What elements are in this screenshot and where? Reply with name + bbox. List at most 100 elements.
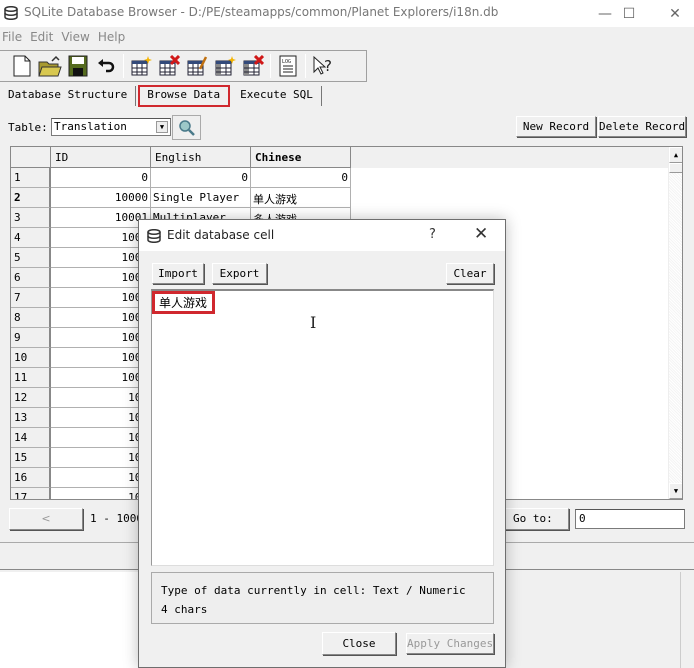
corner-header[interactable] <box>11 147 51 168</box>
previous-page-button[interactable]: < <box>9 508 83 530</box>
edit-cell-dialog: Edit database cell ? ✕ Import Export Cle… <box>138 219 506 668</box>
row-header[interactable]: 6 <box>11 268 51 288</box>
row-header[interactable]: 11 <box>11 368 51 388</box>
column-header-english[interactable]: English <box>151 147 251 168</box>
menu-view[interactable]: View <box>59 28 95 48</box>
toolbar-separator <box>123 54 124 78</box>
database-icon <box>147 229 161 243</box>
row-header[interactable]: 2 <box>11 188 51 208</box>
cell-id[interactable]: 1000 <box>51 348 151 368</box>
new-file-icon <box>13 55 31 77</box>
create-table-button[interactable] <box>127 52 155 80</box>
column-header-chinese[interactable]: Chinese <box>251 147 351 168</box>
cell-id[interactable]: 0 <box>51 168 151 188</box>
close-button[interactable]: Close <box>322 632 396 655</box>
row-header[interactable]: 16 <box>11 468 51 488</box>
import-button[interactable]: Import <box>152 263 204 284</box>
row-header[interactable]: 8 <box>11 308 51 328</box>
row-header[interactable]: 17 <box>11 488 51 499</box>
create-table-icon <box>131 56 152 76</box>
scroll-thumb[interactable] <box>669 163 682 173</box>
table-label: Table: <box>8 121 48 134</box>
undo-button[interactable] <box>92 52 120 80</box>
row-header[interactable]: 7 <box>11 288 51 308</box>
open-database-button[interactable] <box>36 52 64 80</box>
tab-database-structure[interactable]: Database Structure <box>0 86 137 106</box>
cell-id[interactable]: 1000 <box>51 308 151 328</box>
cell-english[interactable]: 0 <box>151 168 251 188</box>
delete-record-button[interactable]: Delete Record <box>598 116 686 137</box>
cell-value-editor[interactable]: 单人游戏 I <box>151 289 494 566</box>
cell-chinese[interactable]: 0 <box>251 168 351 188</box>
cell-id[interactable]: 10000 <box>51 188 151 208</box>
background-window <box>500 572 694 668</box>
chevron-down-icon: ▼ <box>156 121 168 133</box>
table-select[interactable]: Translation ▼ <box>51 118 171 136</box>
cell-chinese[interactable]: 单人游戏 <box>251 188 351 208</box>
menu-edit[interactable]: Edit <box>28 28 59 48</box>
cell-id[interactable]: 1000 <box>51 368 151 388</box>
save-disk-icon <box>68 55 88 77</box>
export-button[interactable]: Export <box>212 263 267 284</box>
save-database-button[interactable] <box>64 52 92 80</box>
goto-button[interactable]: Go to: <box>505 508 569 530</box>
cell-id[interactable]: 100 <box>51 428 151 448</box>
whats-this-button[interactable]: ? <box>309 52 337 80</box>
maximize-icon[interactable]: ☐ <box>606 0 652 27</box>
title-bar: SQLite Database Browser - D:/PE/steamapp… <box>0 0 694 27</box>
row-header[interactable]: 4 <box>11 228 51 248</box>
cell-id[interactable]: 1000 <box>51 268 151 288</box>
sql-log-button[interactable]: LOG <box>274 52 302 80</box>
cell-id[interactable]: 100 <box>51 388 151 408</box>
row-header[interactable]: 9 <box>11 328 51 348</box>
row-header[interactable]: 12 <box>11 388 51 408</box>
svg-text:?: ? <box>324 57 332 75</box>
vertical-scrollbar[interactable]: ▲ ▼ <box>668 147 682 499</box>
help-icon[interactable]: ? <box>429 227 436 242</box>
cell-info-panel: Type of data currently in cell: Text / N… <box>151 572 494 624</box>
search-icon <box>178 119 195 136</box>
modify-table-button[interactable] <box>183 52 211 80</box>
delete-table-icon <box>159 55 180 76</box>
row-header[interactable]: 15 <box>11 448 51 468</box>
menu-file[interactable]: File <box>0 28 28 48</box>
cell-english[interactable]: Single Player <box>151 188 251 208</box>
new-database-button[interactable] <box>8 52 36 80</box>
tab-browse-data[interactable]: Browse Data <box>138 85 231 107</box>
delete-index-button[interactable] <box>239 52 267 80</box>
goto-input[interactable]: 0 <box>575 509 685 529</box>
column-header-id[interactable]: ID <box>51 147 151 168</box>
menu-help[interactable]: Help <box>96 28 131 48</box>
new-record-button[interactable]: New Record <box>516 116 596 137</box>
cell-id[interactable]: 100 <box>51 488 151 499</box>
row-header[interactable]: 10 <box>11 348 51 368</box>
log-icon: LOG <box>279 55 297 77</box>
row-header[interactable]: 14 <box>11 428 51 448</box>
tab-execute-sql[interactable]: Execute SQL <box>232 86 322 106</box>
row-header[interactable]: 1 <box>11 168 51 188</box>
row-header[interactable]: 5 <box>11 248 51 268</box>
svg-text:LOG: LOG <box>282 59 291 65</box>
cell-id[interactable]: 100 <box>51 448 151 468</box>
apply-changes-button[interactable]: Apply Changes <box>406 633 494 654</box>
cell-id[interactable]: 100 <box>51 408 151 428</box>
cell-id[interactable]: 1000 <box>51 288 151 308</box>
create-index-button[interactable] <box>211 52 239 80</box>
search-button[interactable] <box>172 115 201 140</box>
scroll-up-icon[interactable]: ▲ <box>669 147 682 163</box>
clear-button[interactable]: Clear <box>446 263 494 284</box>
dialog-close-icon[interactable]: ✕ <box>474 224 488 244</box>
open-folder-icon <box>38 55 62 77</box>
cell-id[interactable]: 1000 <box>51 228 151 248</box>
row-header[interactable]: 13 <box>11 408 51 428</box>
cell-id[interactable]: 1000 <box>51 248 151 268</box>
close-icon[interactable]: ✕ <box>652 0 694 27</box>
cell-id[interactable]: 1000 <box>51 328 151 348</box>
cell-id[interactable]: 10001 <box>51 208 151 228</box>
data-size-text: 4 chars <box>161 603 208 616</box>
row-header[interactable]: 3 <box>11 208 51 228</box>
dialog-title-bar: Edit database cell ? ✕ <box>139 220 505 251</box>
scroll-down-icon[interactable]: ▼ <box>669 483 682 499</box>
cell-id[interactable]: 100 <box>51 468 151 488</box>
delete-table-button[interactable] <box>155 52 183 80</box>
